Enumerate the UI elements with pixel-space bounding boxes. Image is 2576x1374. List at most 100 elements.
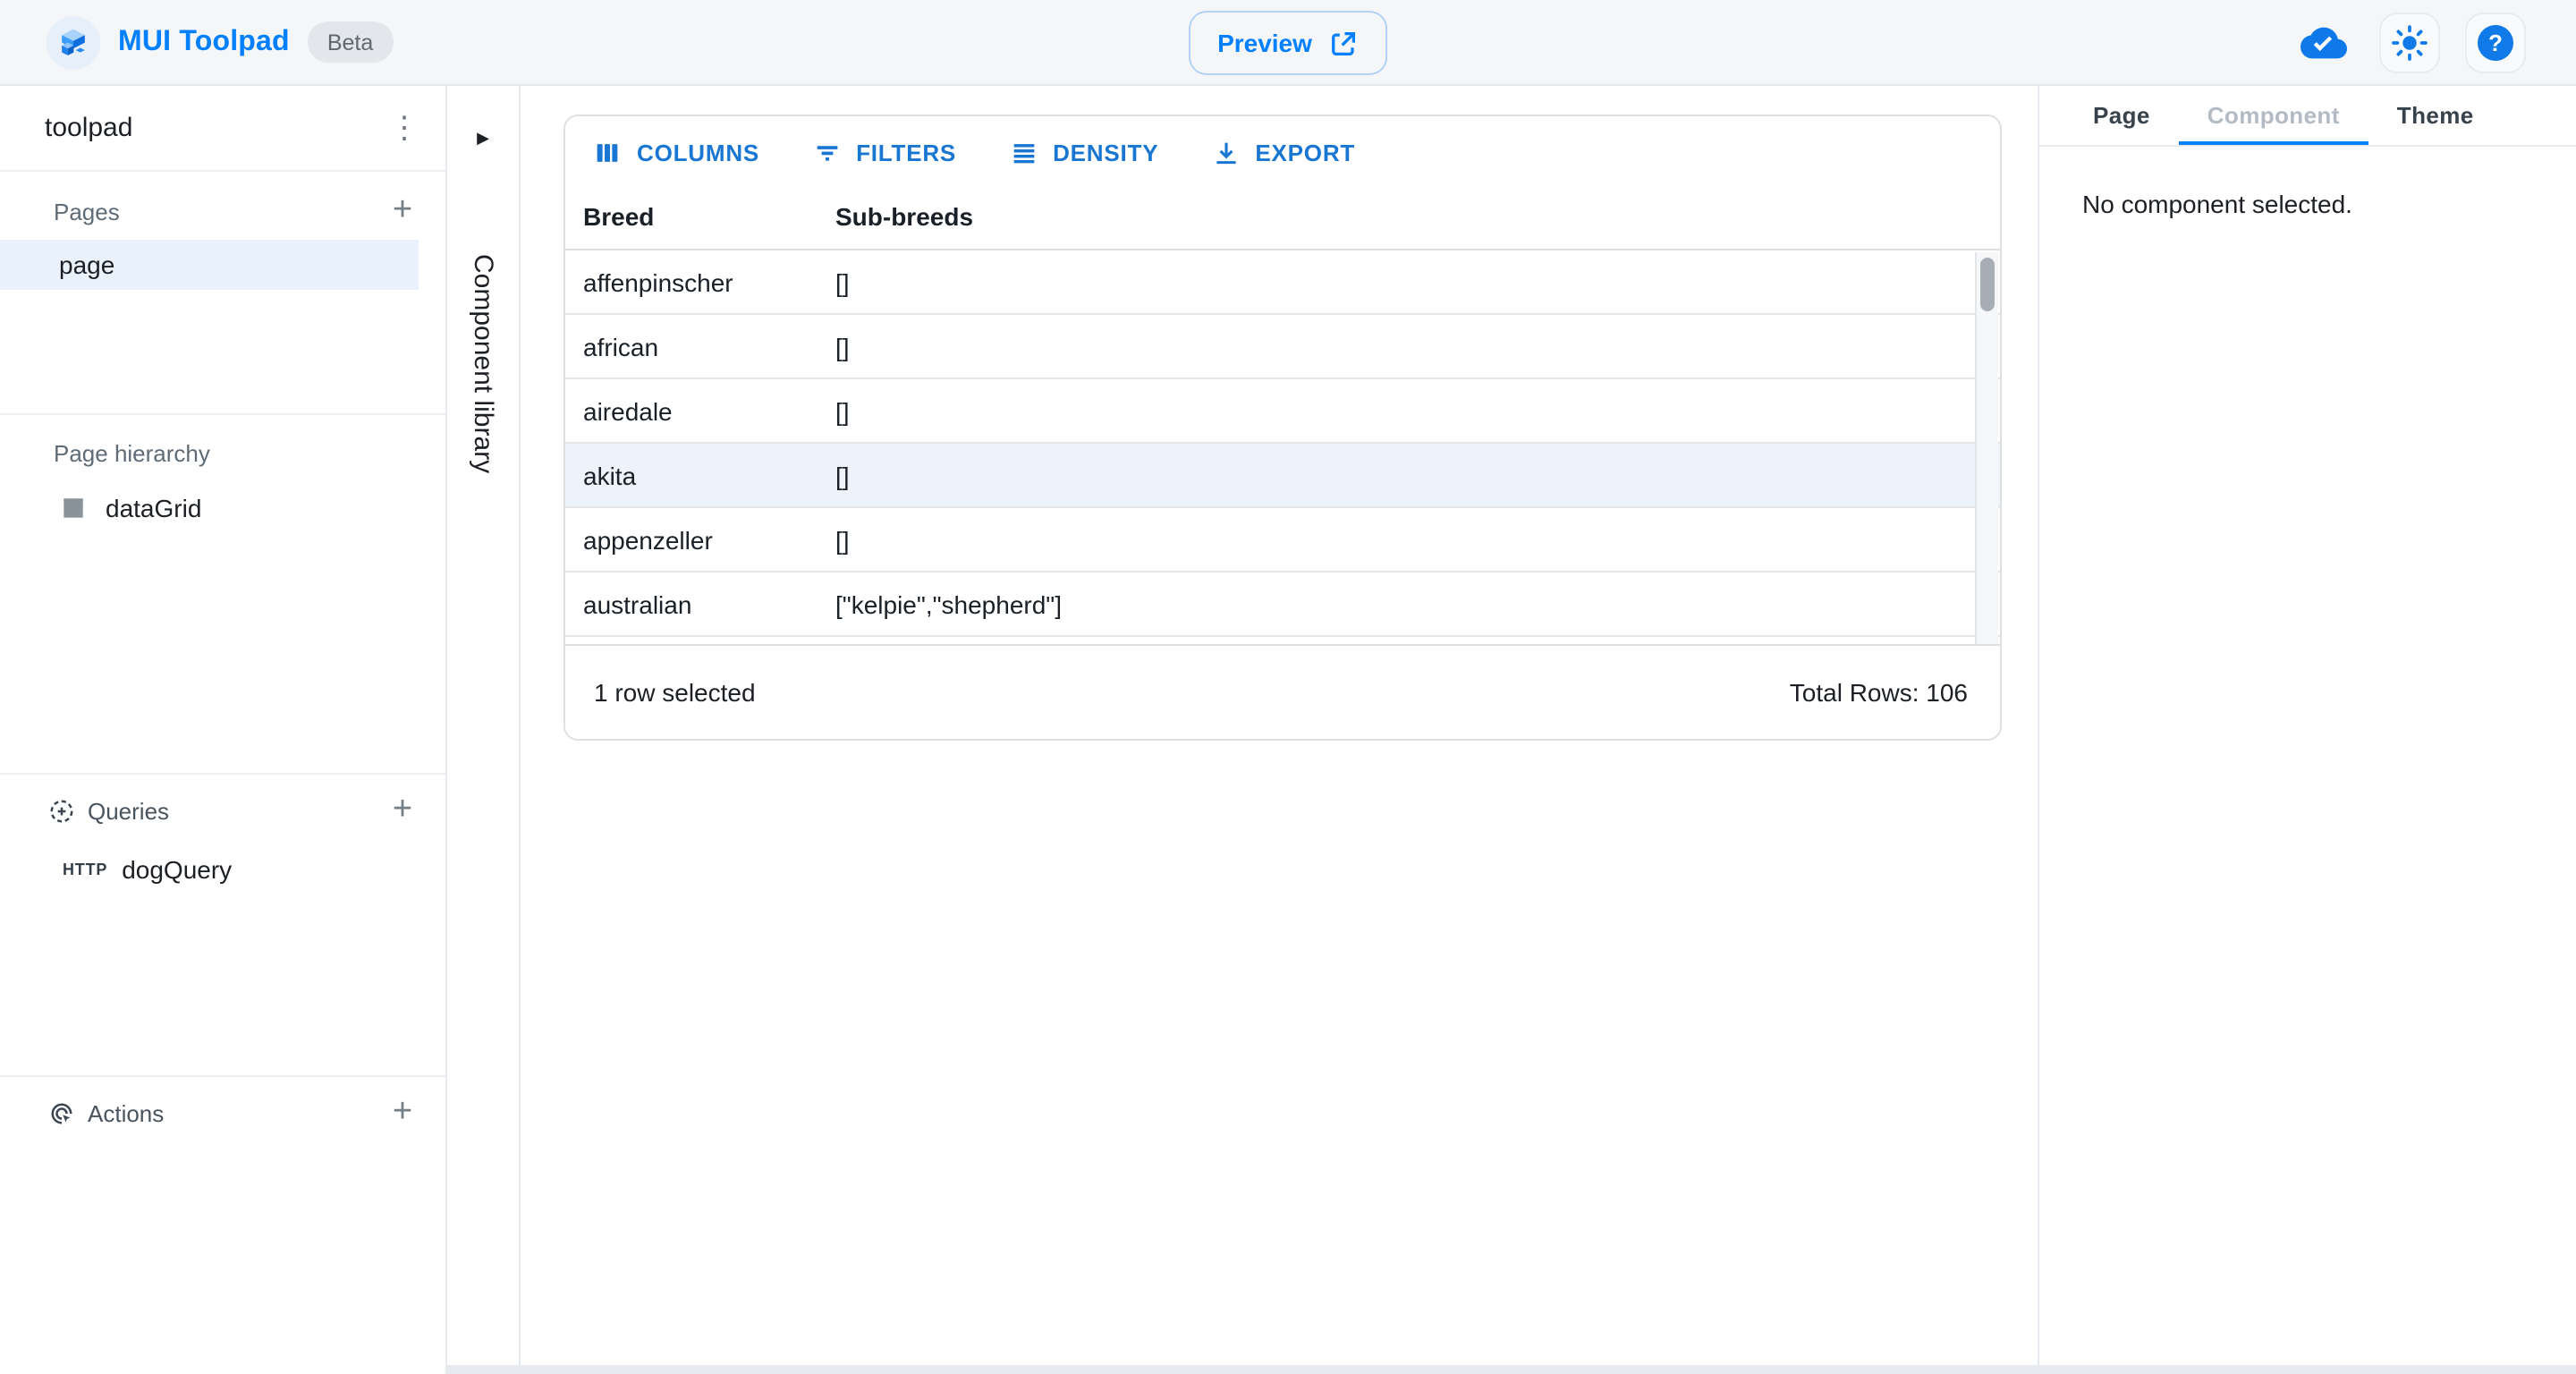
- vertical-scrollbar[interactable]: [1975, 252, 1998, 648]
- datagrid-component[interactable]: COLUMNS FILTERS: [564, 114, 2002, 741]
- table-row[interactable]: australian ["kelpie","shepherd"]: [565, 572, 2000, 637]
- svg-text:?: ?: [2488, 30, 2503, 56]
- plus-icon: +: [393, 1093, 412, 1132]
- project-menu-button[interactable]: ⋮: [377, 101, 431, 155]
- app-body: toolpad ⋮ Pages + page Page hierarchy da…: [0, 86, 2576, 1374]
- plus-icon: +: [393, 791, 412, 830]
- preview-button[interactable]: Preview: [1189, 11, 1387, 75]
- pages-section-label: Pages: [54, 198, 120, 225]
- cell-breed[interactable]: akita: [565, 461, 818, 489]
- datagrid-item-label: dataGrid: [106, 494, 201, 522]
- brand: MUI Toolpad Beta: [0, 15, 393, 69]
- column-header-breed[interactable]: Breed: [565, 202, 818, 231]
- inspector-tabs: Page Component Theme: [2039, 86, 2576, 147]
- datagrid-toolbar: COLUMNS FILTERS: [565, 116, 2000, 184]
- download-icon: [1210, 137, 1241, 167]
- cell-breed[interactable]: airedale: [565, 396, 818, 425]
- table-row[interactable]: affenpinscher []: [565, 250, 2000, 315]
- chevron-right-icon[interactable]: ▶: [447, 129, 519, 148]
- density-button[interactable]: DENSITY: [999, 130, 1167, 174]
- beta-badge: Beta: [308, 21, 393, 63]
- tab-page[interactable]: Page: [2064, 86, 2179, 145]
- hierarchy-section-header: Page hierarchy: [0, 429, 445, 476]
- sidebar-item-dogquery[interactable]: HTTP dogQuery: [0, 844, 445, 895]
- columns-button-label: COLUMNS: [637, 139, 759, 165]
- tab-component[interactable]: Component: [2179, 86, 2368, 145]
- page-canvas: COLUMNS FILTERS: [521, 86, 2038, 1374]
- inspector-empty-state: No component selected.: [2039, 147, 2576, 218]
- table-row[interactable]: appenzeller []: [565, 508, 2000, 572]
- sidebar-divider: [0, 413, 445, 415]
- hierarchy-section-label: Page hierarchy: [54, 439, 210, 466]
- help-button[interactable]: ?: [2465, 13, 2526, 73]
- table-row[interactable]: airedale []: [565, 379, 2000, 444]
- cell-subbreeds[interactable]: []: [818, 461, 2000, 489]
- cloud-done-icon: [2301, 20, 2347, 66]
- add-page-button[interactable]: +: [377, 186, 428, 236]
- preview-button-label: Preview: [1217, 29, 1312, 57]
- export-button-label: EXPORT: [1255, 139, 1355, 165]
- density-icon: [1008, 137, 1038, 167]
- explorer-sidebar: toolpad ⋮ Pages + page Page hierarchy da…: [0, 86, 447, 1374]
- grid-component-icon: [59, 494, 88, 522]
- export-button[interactable]: EXPORT: [1201, 130, 1364, 174]
- cell-subbreeds[interactable]: []: [818, 267, 2000, 296]
- open-in-new-icon: [1328, 28, 1359, 58]
- columns-button[interactable]: COLUMNS: [583, 130, 768, 174]
- light-mode-icon: [2390, 23, 2429, 63]
- http-badge: HTTP: [63, 861, 107, 878]
- filters-button-label: FILTERS: [856, 139, 956, 165]
- inspector-panel: Page Component Theme No component select…: [2038, 86, 2576, 1374]
- view-columns-icon: [592, 137, 623, 167]
- cell-subbreeds[interactable]: []: [818, 332, 2000, 360]
- sidebar-item-datagrid[interactable]: dataGrid: [0, 483, 445, 533]
- action-click-icon: [48, 1099, 75, 1126]
- app-window: MUI Toolpad Beta Preview: [0, 0, 2576, 1374]
- cell-subbreeds[interactable]: []: [818, 525, 2000, 554]
- cell-subbreeds[interactable]: ["kelpie","shepherd"]: [818, 589, 2000, 618]
- cell-breed[interactable]: affenpinscher: [565, 267, 818, 296]
- density-button-label: DENSITY: [1053, 139, 1158, 165]
- component-library-strip[interactable]: ▶ Component library: [447, 86, 521, 1374]
- theme-toggle-button[interactable]: [2379, 13, 2440, 73]
- total-rows: Total Rows: 106: [1790, 678, 1968, 707]
- grid-rows: affenpinscher [] african [] airedale [] …: [565, 250, 2000, 637]
- add-action-button[interactable]: +: [377, 1088, 428, 1138]
- selection-count: 1 row selected: [594, 678, 756, 707]
- filter-list-icon: [811, 137, 842, 167]
- column-header-subbreeds[interactable]: Sub-breeds: [818, 202, 2000, 231]
- sidebar-item-page[interactable]: page: [0, 240, 419, 290]
- sync-status-button[interactable]: [2293, 13, 2354, 73]
- table-row[interactable]: african []: [565, 315, 2000, 379]
- help-icon: ?: [2474, 21, 2517, 64]
- mui-toolpad-logo-icon: [54, 22, 93, 62]
- dogquery-item-label: dogQuery: [122, 855, 232, 884]
- filters-button[interactable]: FILTERS: [802, 130, 965, 174]
- horizontal-scrollbar[interactable]: [447, 1365, 2576, 1374]
- cell-breed[interactable]: australian: [565, 589, 818, 618]
- query-icon: [48, 797, 75, 824]
- actions-section-header: Actions +: [0, 1088, 445, 1138]
- datagrid-footer: 1 row selected Total Rows: 106: [565, 644, 2000, 739]
- app-header: MUI Toolpad Beta Preview: [0, 0, 2576, 86]
- tab-theme[interactable]: Theme: [2368, 86, 2503, 145]
- scrollbar-thumb[interactable]: [1980, 258, 1995, 311]
- add-query-button[interactable]: +: [377, 785, 428, 835]
- project-name: toolpad: [45, 113, 132, 143]
- app-title: MUI Toolpad: [118, 26, 290, 58]
- pages-section-header: Pages +: [0, 188, 445, 234]
- cell-breed[interactable]: appenzeller: [565, 525, 818, 554]
- header-actions: ?: [2293, 0, 2526, 86]
- mui-toolpad-logo-icon: [47, 15, 100, 69]
- component-library-label: Component library: [447, 175, 519, 551]
- project-header: toolpad ⋮: [0, 86, 445, 172]
- sidebar-divider: [0, 773, 445, 775]
- kebab-icon: ⋮: [389, 110, 419, 146]
- cell-breed[interactable]: african: [565, 332, 818, 360]
- sidebar-divider: [0, 1075, 445, 1077]
- page-item-label: page: [59, 250, 114, 279]
- datagrid-column-headers: Breed Sub-breeds: [565, 184, 2000, 250]
- actions-section-label: Actions: [48, 1099, 164, 1126]
- table-row[interactable]: akita []: [565, 444, 2000, 508]
- cell-subbreeds[interactable]: []: [818, 396, 2000, 425]
